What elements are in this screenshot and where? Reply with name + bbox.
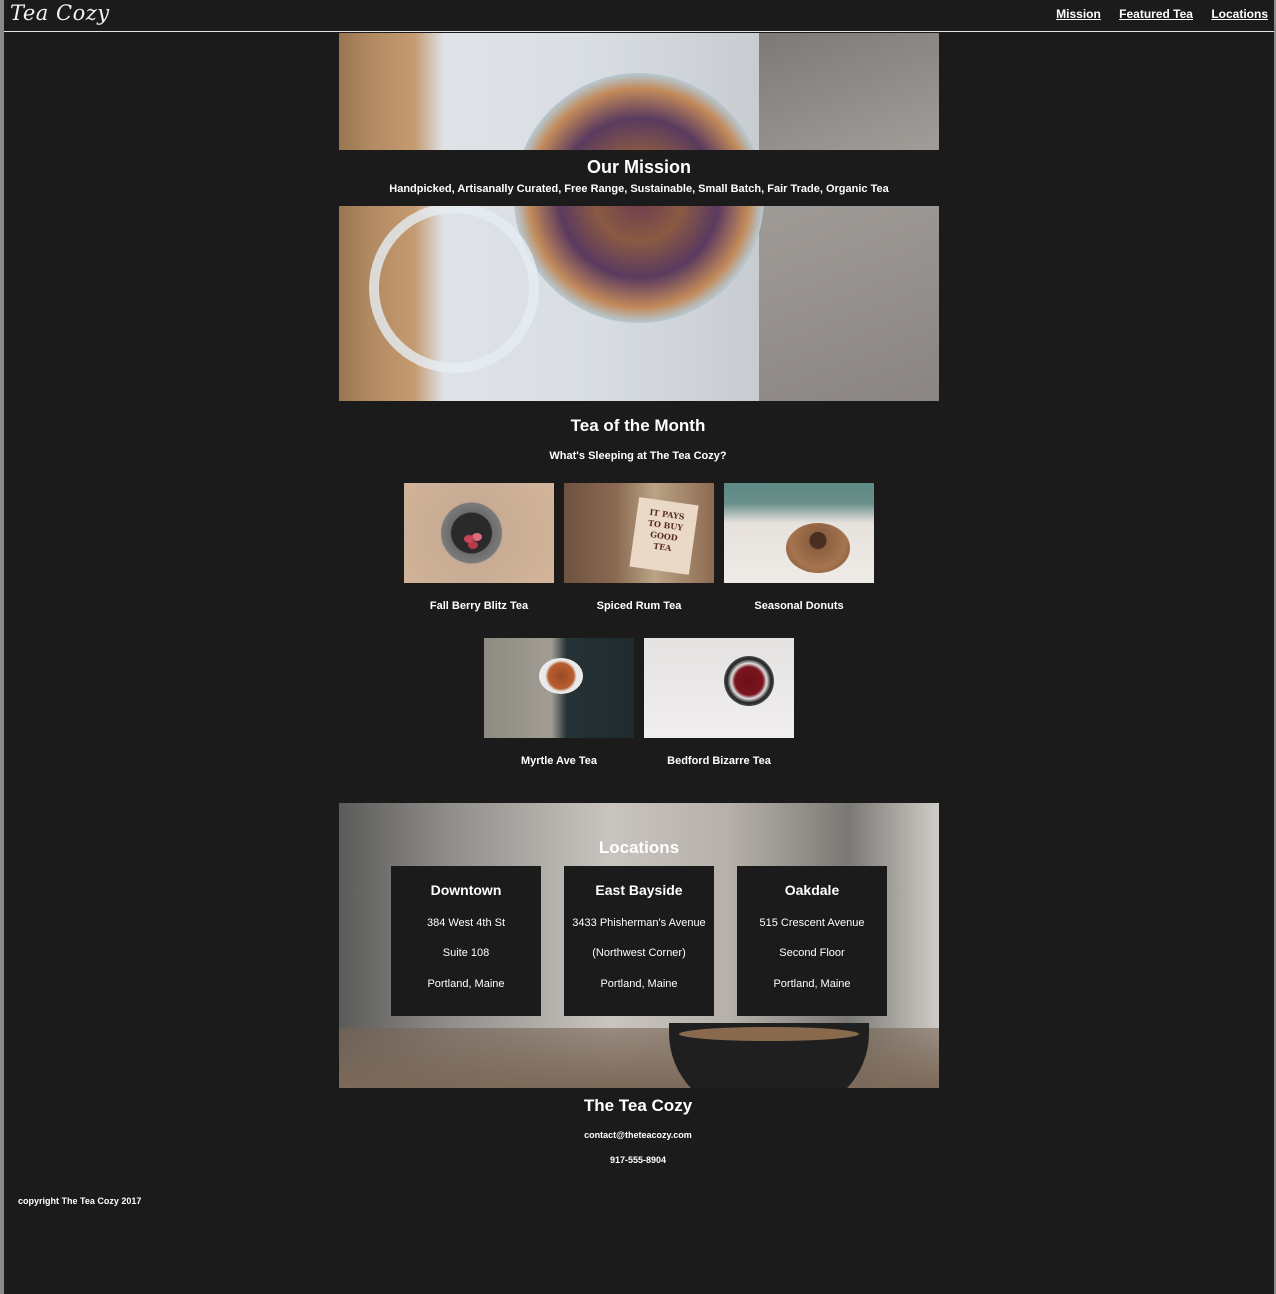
tea-image	[484, 638, 634, 738]
location-address-line: Portland, Maine	[600, 978, 678, 990]
mission-hero-fur	[759, 33, 939, 401]
location-address-line: Second Floor	[779, 947, 845, 959]
mission-tagline: Handpicked, Artisanally Curated, Free Ra…	[389, 183, 889, 195]
locations-section: Locations Downtown 384 West 4th St Suite…	[339, 803, 939, 1088]
locations-title: Locations	[598, 838, 680, 857]
location-card-downtown: Downtown 384 West 4th St Suite 108 Portl…	[391, 866, 541, 1016]
tea-item-fall-berry-blitz: Fall Berry Blitz Tea	[404, 483, 554, 612]
tea-caption: Seasonal Donuts	[754, 600, 844, 612]
tea-item-seasonal-donuts: Seasonal Donuts	[724, 483, 874, 612]
tea-of-month-title: Tea of the Month	[570, 416, 706, 435]
location-address-line: 515 Crescent Avenue	[759, 917, 865, 929]
tea-caption: Myrtle Ave Tea	[520, 755, 597, 767]
location-card-oakdale: Oakdale 515 Crescent Avenue Second Floor…	[737, 866, 887, 1016]
tea-image	[404, 483, 554, 583]
mission-hero-jar-lid	[369, 203, 539, 373]
location-name: Oakdale	[784, 882, 840, 898]
tea-of-month-subtitle: What's Sleeping at The Tea Cozy?	[549, 450, 727, 462]
location-name: East Bayside	[595, 882, 683, 898]
location-address-line: 3433 Phisherman's Avenue	[572, 917, 706, 929]
contact-title: The Tea Cozy	[583, 1096, 693, 1115]
tea-item-bedford-bizarre: Bedford Bizarre Tea	[644, 638, 794, 767]
location-address-line: Portland, Maine	[427, 978, 505, 990]
main-nav: Mission Featured Tea Locations	[1041, 7, 1268, 21]
nav-link-locations[interactable]: Locations	[1211, 7, 1268, 21]
tea-item-myrtle-ave: Myrtle Ave Tea	[484, 638, 634, 767]
mission-banner: Our Mission Handpicked, Artisanally Cura…	[339, 150, 939, 206]
location-name: Downtown	[430, 882, 502, 898]
tea-caption: Fall Berry Blitz Tea	[429, 600, 529, 612]
tea-image	[644, 638, 794, 738]
site-logo[interactable]: Tea Cozy	[10, 1, 110, 25]
location-address-line: 384 West 4th St	[426, 917, 506, 929]
tea-image	[564, 483, 714, 583]
locations-hero-cup	[669, 1023, 869, 1088]
location-address-line: (Northwest Corner)	[592, 947, 686, 959]
nav-link-featured-tea[interactable]: Featured Tea	[1119, 7, 1193, 21]
mission-title: Our Mission	[586, 157, 691, 177]
site-header: Tea Cozy Mission Featured Tea Locations	[4, 0, 1274, 32]
tea-image	[724, 483, 874, 583]
nav-link-mission[interactable]: Mission	[1056, 7, 1101, 21]
mission-section: Our Mission Handpicked, Artisanally Cura…	[339, 33, 939, 401]
contact-email: contact@theteacozy.com	[584, 1130, 692, 1140]
copyright-text: copyright The Tea Cozy 2017	[18, 1196, 142, 1206]
tea-item-spiced-rum: Spiced Rum Tea	[564, 483, 714, 612]
location-address-line: Portland, Maine	[773, 978, 851, 990]
tea-caption: Spiced Rum Tea	[596, 600, 682, 612]
contact-phone: 917-555-8904	[609, 1155, 667, 1165]
location-card-east-bayside: East Bayside 3433 Phisherman's Avenue (N…	[564, 866, 714, 1016]
location-address-line: Suite 108	[442, 947, 490, 959]
tea-caption: Bedford Bizarre Tea	[667, 755, 771, 767]
